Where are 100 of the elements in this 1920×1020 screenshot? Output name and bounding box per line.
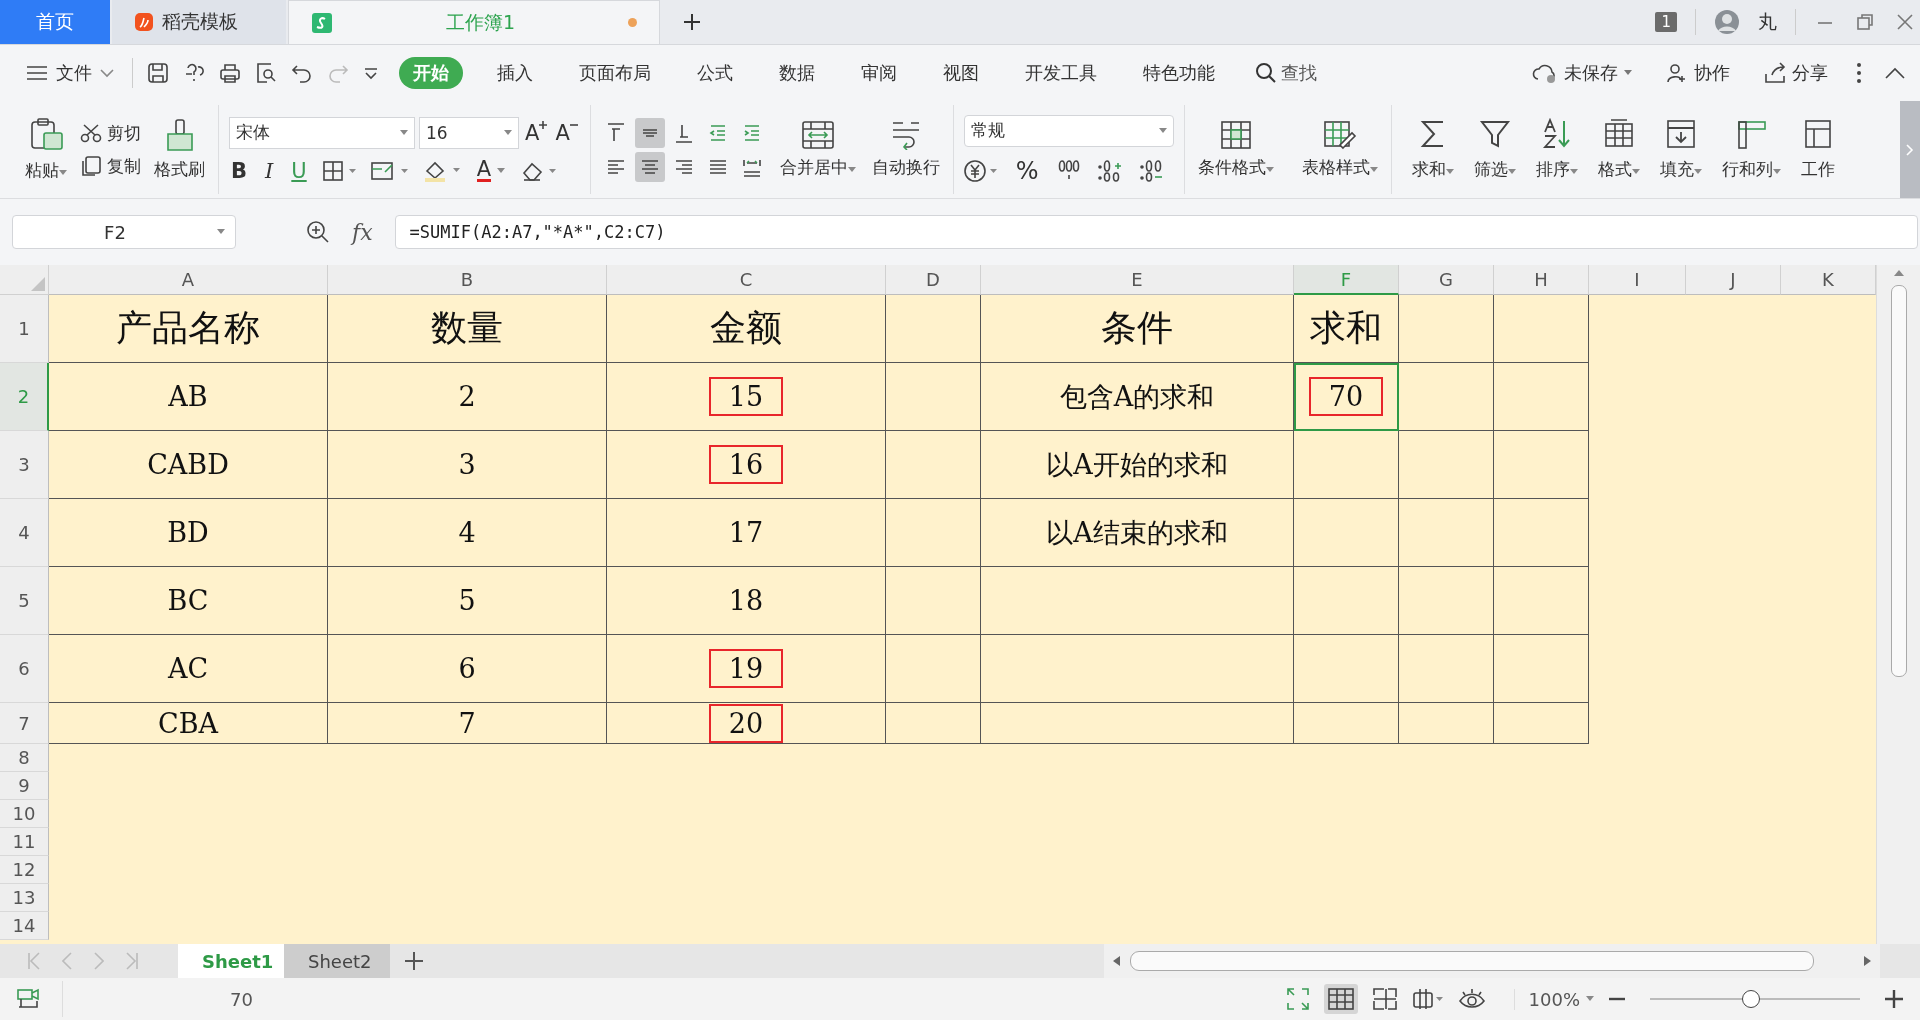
menu-tab[interactable]: 开发工具: [1013, 57, 1109, 89]
row-header[interactable]: 14: [0, 912, 49, 940]
row-header[interactable]: 13: [0, 884, 49, 912]
print-preview-icon[interactable]: [255, 62, 277, 84]
add-sheet-icon[interactable]: [404, 951, 424, 971]
menu-tab[interactable]: 审阅: [849, 57, 909, 89]
toolbar-button[interactable]: 筛选: [1463, 118, 1526, 181]
table-cell[interactable]: [886, 363, 981, 431]
table-cell[interactable]: 7: [328, 703, 607, 744]
row-header[interactable]: 11: [0, 828, 49, 856]
slider-thumb[interactable]: [1741, 989, 1760, 1008]
menu-tab[interactable]: 特色功能: [1131, 57, 1227, 89]
table-cell[interactable]: 产品名称: [49, 295, 328, 363]
toolbar-button[interactable]: 工作: [1790, 118, 1845, 181]
window-count-badge[interactable]: 1: [1655, 12, 1677, 32]
table-cell[interactable]: 条件: [981, 295, 1294, 363]
table-cell[interactable]: 16: [607, 431, 886, 499]
paste-button[interactable]: 粘贴: [22, 117, 70, 182]
table-cell[interactable]: 6: [328, 635, 607, 703]
table-cell[interactable]: [1399, 431, 1494, 499]
table-cell[interactable]: 18: [607, 567, 886, 635]
menu-tab[interactable]: 页面布局: [567, 57, 663, 89]
shrink-font-button[interactable]: A: [553, 120, 580, 145]
fullscreen-icon[interactable]: [1285, 987, 1310, 1011]
conditional-format-button[interactable]: 条件格式: [1194, 120, 1277, 179]
toolbar-button[interactable]: 排序: [1525, 118, 1588, 181]
zoom-level[interactable]: 100%: [1528, 988, 1580, 1010]
column-header[interactable]: I: [1589, 265, 1686, 295]
sheet-tab[interactable]: Sheet1: [178, 944, 284, 978]
avatar-icon[interactable]: [1714, 9, 1740, 35]
macro-recorder-icon[interactable]: [16, 987, 42, 1011]
table-cell[interactable]: [1294, 635, 1399, 703]
font-color-button[interactable]: A: [474, 159, 508, 182]
table-cell[interactable]: [1494, 635, 1589, 703]
row-header[interactable]: 3: [0, 431, 49, 499]
column-header[interactable]: G: [1399, 265, 1494, 295]
row-header[interactable]: 10: [0, 800, 49, 828]
scroll-right-icon[interactable]: [1864, 956, 1872, 966]
table-cell[interactable]: CBA: [49, 703, 328, 744]
table-cell[interactable]: 20: [607, 703, 886, 744]
column-header[interactable]: K: [1781, 265, 1876, 295]
percent-button[interactable]: %: [1013, 156, 1041, 185]
scroll-up-icon[interactable]: [1893, 269, 1904, 277]
scrollbar-thumb[interactable]: [1130, 951, 1814, 971]
toolbar-button[interactable]: 填充: [1649, 118, 1712, 181]
caret-icon[interactable]: [1586, 996, 1594, 1002]
plus-icon[interactable]: [682, 12, 702, 32]
table-cell[interactable]: AC: [49, 635, 328, 703]
increase-decimal-icon[interactable]: [1096, 158, 1123, 183]
collaborate-button[interactable]: 协作: [1660, 60, 1736, 86]
more-icon[interactable]: [1856, 62, 1862, 84]
formula-field[interactable]: =SUMIF(A2:A7,"*A*",C2:C7): [394, 215, 1918, 249]
table-cell[interactable]: 求和: [1294, 295, 1399, 363]
table-cell[interactable]: 19: [607, 635, 886, 703]
menu-tab[interactable]: 公式: [685, 57, 745, 89]
scroll-left-icon[interactable]: [1112, 956, 1120, 966]
column-header[interactable]: A: [49, 265, 328, 295]
table-cell[interactable]: [886, 295, 981, 363]
search-button[interactable]: 查找: [1249, 60, 1323, 86]
borders-icon[interactable]: [322, 159, 357, 182]
column-header[interactable]: J: [1686, 265, 1781, 295]
table-cell[interactable]: 15: [607, 363, 886, 431]
table-cell[interactable]: 5: [328, 567, 607, 635]
table-cell[interactable]: [1294, 567, 1399, 635]
cell-style-icon[interactable]: [370, 159, 409, 182]
column-header[interactable]: C: [607, 265, 886, 295]
table-cell[interactable]: BD: [49, 499, 328, 567]
column-header[interactable]: E: [981, 265, 1294, 295]
table-cell[interactable]: [886, 499, 981, 567]
table-cell[interactable]: [886, 431, 981, 499]
wrap-text-button[interactable]: 自动换行: [868, 120, 943, 179]
table-cell[interactable]: 3: [328, 431, 607, 499]
table-cell[interactable]: CABD: [49, 431, 328, 499]
row-header[interactable]: 1: [0, 295, 49, 363]
column-header[interactable]: D: [886, 265, 981, 295]
zoom-search-icon[interactable]: [306, 220, 330, 244]
unsaved-button[interactable]: 未保存: [1526, 60, 1638, 86]
table-cell[interactable]: [1494, 567, 1589, 635]
menu-tab[interactable]: 视图: [931, 57, 991, 89]
column-header[interactable]: B: [328, 265, 607, 295]
table-cell[interactable]: 金额: [607, 295, 886, 363]
table-cell[interactable]: [886, 703, 981, 744]
restore-icon[interactable]: [1854, 11, 1876, 33]
cut-button[interactable]: 剪切: [80, 121, 141, 145]
table-cell[interactable]: 包含A的求和: [981, 363, 1294, 431]
user-name[interactable]: 丸: [1758, 9, 1777, 35]
table-cell[interactable]: [981, 703, 1294, 744]
customize-toolbar-icon[interactable]: [363, 66, 379, 80]
font-size-field[interactable]: 16: [419, 116, 519, 149]
align-middle-button[interactable]: [634, 117, 665, 148]
table-cell[interactable]: 17: [607, 499, 886, 567]
row-header[interactable]: 12: [0, 856, 49, 884]
table-cell[interactable]: [1494, 295, 1589, 363]
table-cell[interactable]: 70: [1294, 363, 1399, 431]
row-header[interactable]: 8: [0, 744, 49, 772]
normal-view-button[interactable]: [1323, 984, 1358, 1014]
file-menu[interactable]: 文件: [20, 60, 120, 86]
row-header[interactable]: 5: [0, 567, 49, 635]
table-cell[interactable]: [1399, 635, 1494, 703]
table-cell[interactable]: 4: [328, 499, 607, 567]
